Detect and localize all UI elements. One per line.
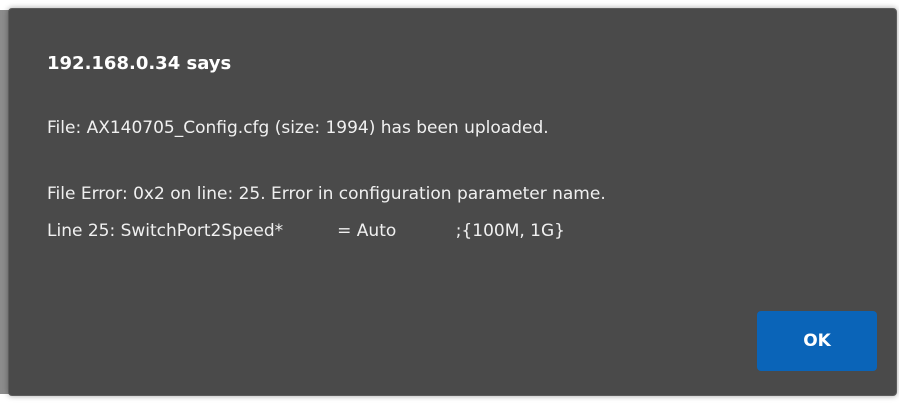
dialog-title: 192.168.0.34 says — [47, 53, 232, 74]
upload-status-message: File: AX140705_Config.cfg (size: 1994) h… — [47, 118, 549, 138]
error-message: File Error: 0x2 on line: 25. Error in co… — [47, 184, 606, 204]
ok-button[interactable]: OK — [757, 311, 877, 371]
error-detail-line: Line 25: SwitchPort2Speed* = Auto ;{100M… — [47, 221, 565, 241]
alert-dialog: 192.168.0.34 says File: AX140705_Config.… — [8, 8, 897, 396]
